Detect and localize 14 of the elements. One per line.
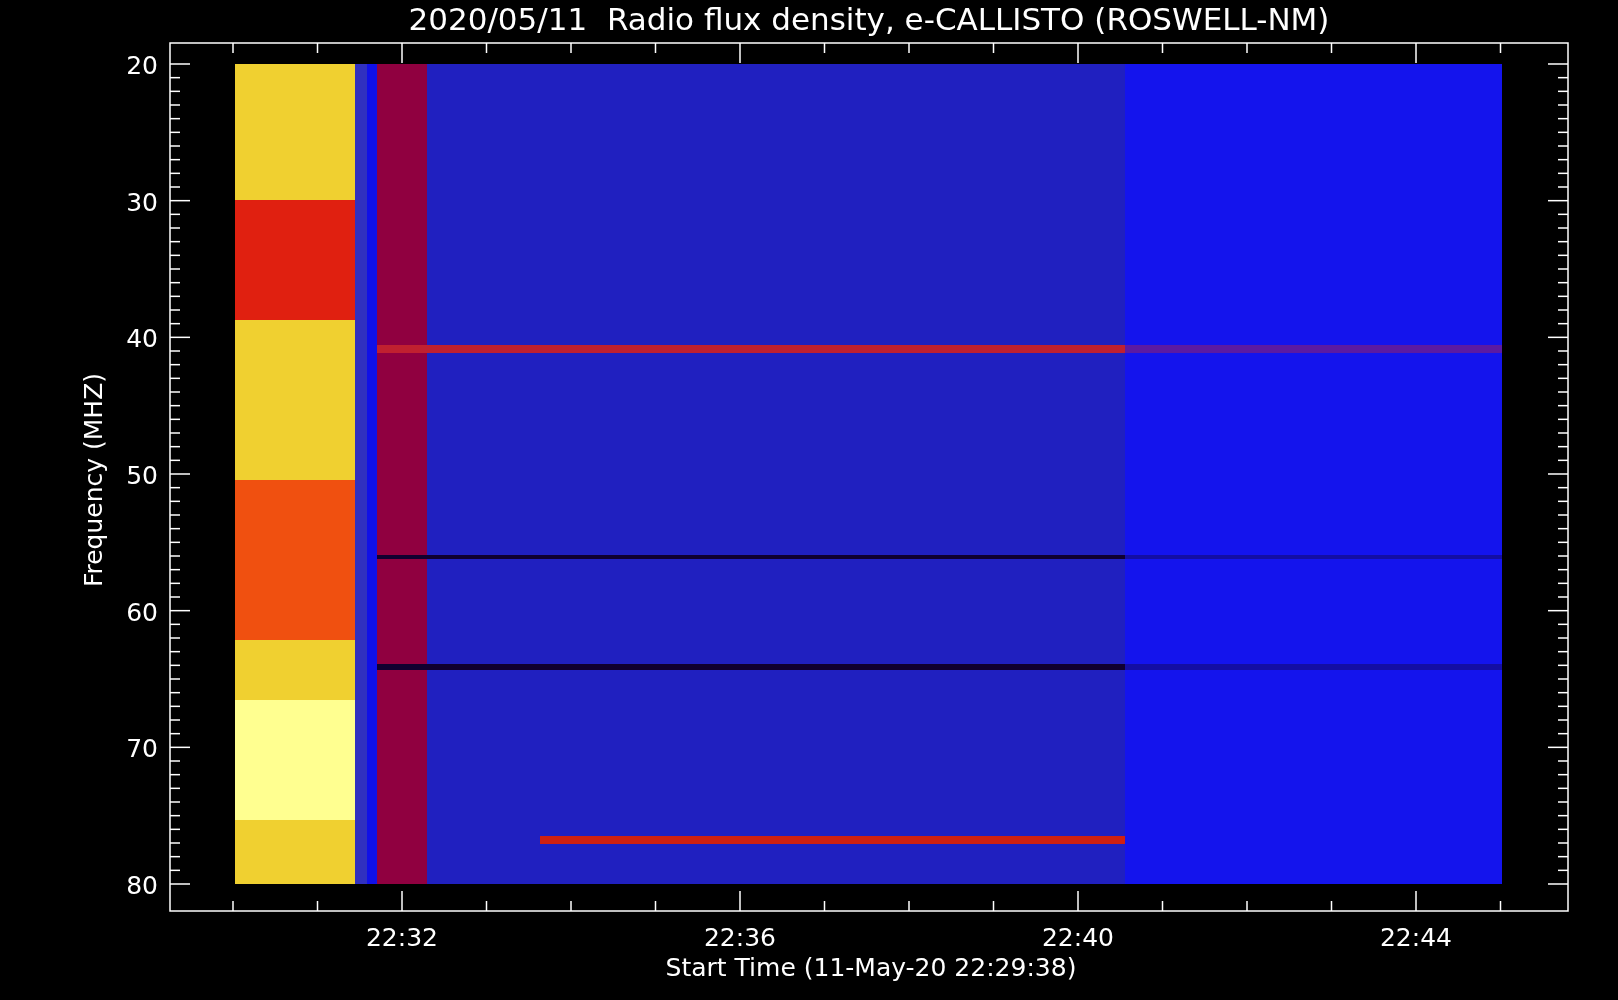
y-tick-label: 40: [126, 324, 158, 354]
y-tick-label: 30: [126, 187, 158, 217]
y-axis-title: Frequency (MHZ): [79, 372, 108, 588]
x-tick-label: 22:40: [1042, 923, 1114, 952]
y-tick-label: 50: [126, 461, 158, 490]
x-tick-label: 22:36: [704, 923, 776, 952]
y-tick-label: 70: [126, 734, 158, 764]
y-tick-label: 60: [126, 597, 158, 627]
x-tick-label: 22:44: [1380, 923, 1452, 952]
x-tick-label: 22:32: [366, 923, 438, 952]
chart-title: 2020/05/11 Radio flux density, e-CALLISTO (ROSWELL-NM): [408, 1, 1330, 37]
y-tick-label: 80: [126, 871, 158, 900]
x-axis-title: Start Time (11-May-20 22:29:38): [665, 953, 1077, 982]
y-tick-label: 20: [126, 51, 158, 80]
